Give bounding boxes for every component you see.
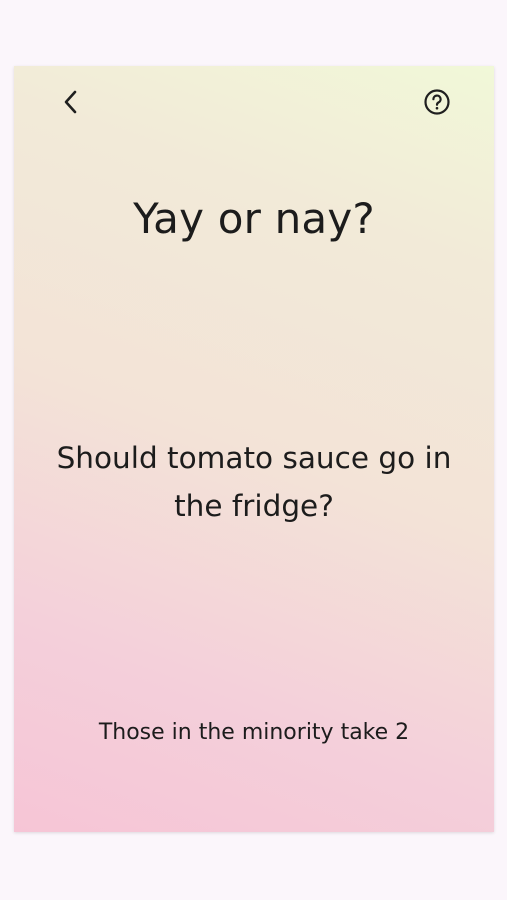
back-button[interactable] bbox=[53, 84, 89, 120]
question-text: Should tomato sauce go in the fridge? bbox=[56, 441, 452, 523]
card-title: Yay or nay? bbox=[133, 194, 375, 243]
screen: Yay or nay? Should tomato sauce go in th… bbox=[0, 0, 507, 900]
chevron-left-icon bbox=[64, 90, 77, 114]
help-button[interactable] bbox=[419, 84, 455, 120]
rule-text: Those in the minority take 2 bbox=[98, 720, 410, 745]
question-circle-icon bbox=[424, 89, 450, 115]
prompt-card: Yay or nay? Should tomato sauce go in th… bbox=[14, 66, 494, 832]
